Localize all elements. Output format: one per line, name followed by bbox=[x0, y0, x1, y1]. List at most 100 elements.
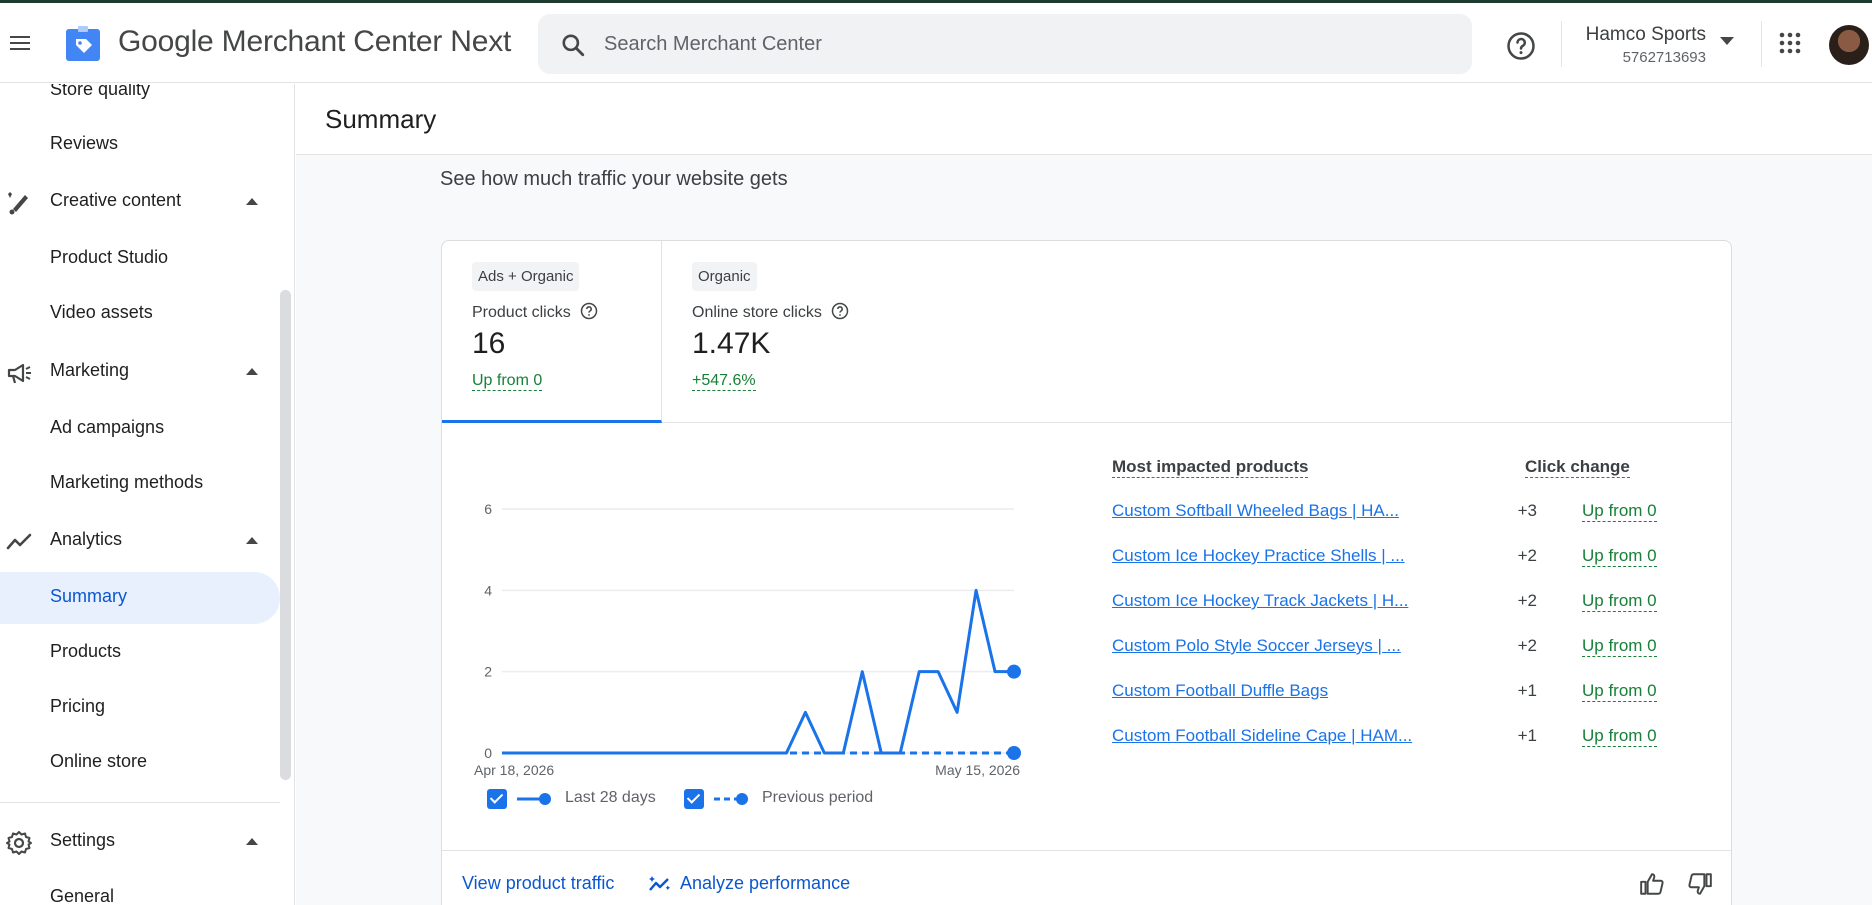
sidebar-item-label: Summary bbox=[50, 586, 128, 606]
metric-value: 1.47K bbox=[692, 327, 771, 360]
legend-last-28-days[interactable]: Last 28 days bbox=[487, 785, 657, 813]
product-row: Custom Polo Style Soccer Jerseys | ... +… bbox=[1112, 636, 1672, 664]
menu-icon[interactable] bbox=[8, 31, 32, 55]
metric-chip: Ads + Organic bbox=[472, 262, 580, 291]
help-icon[interactable] bbox=[831, 302, 849, 320]
view-product-traffic-link[interactable]: View product traffic bbox=[462, 873, 614, 894]
product-change[interactable]: Up from 0 bbox=[1582, 546, 1657, 567]
thumbs-down-icon[interactable] bbox=[1687, 871, 1713, 897]
product-delta: +1 bbox=[1517, 726, 1537, 745]
analyze-performance-link[interactable]: Analyze performance bbox=[680, 873, 850, 894]
sidebar-item-label: Product Studio bbox=[50, 247, 169, 267]
analyze-icon[interactable] bbox=[648, 874, 672, 894]
thumbs-up-icon[interactable] bbox=[1639, 871, 1665, 897]
traffic-card: Ads + Organic Product clicks 16 Up from … bbox=[441, 240, 1732, 905]
metric-tab-online-store-clicks[interactable]: Organic Online store clicks 1.47K +547.6… bbox=[662, 241, 1731, 423]
sidebar-item-label: General bbox=[50, 886, 115, 905]
sidebar-item-label: Creative content bbox=[50, 190, 182, 210]
sidebar-item-label: Pricing bbox=[50, 696, 106, 716]
gear-icon bbox=[6, 831, 32, 855]
page-title-bar: Summary bbox=[296, 84, 1872, 155]
sidebar-scrollbar[interactable] bbox=[280, 290, 291, 780]
caret-down-icon bbox=[1720, 37, 1734, 45]
y-tick-label: 2 bbox=[484, 664, 492, 680]
metric-tab-product-clicks[interactable]: Ads + Organic Product clicks 16 Up from … bbox=[442, 241, 662, 423]
search-icon[interactable] bbox=[560, 32, 586, 58]
sidebar-item-label: Marketing methods bbox=[50, 472, 204, 492]
end-point-last-28-days bbox=[1007, 664, 1021, 679]
sidebar-item-label: Store quality bbox=[50, 84, 151, 99]
sidebar-section-analytics[interactable]: Analytics bbox=[0, 515, 280, 567]
merchant-logo-icon bbox=[66, 26, 100, 61]
sidebar-item-store-quality[interactable]: Store quality bbox=[0, 84, 280, 117]
metric-label: Online store clicks bbox=[692, 302, 849, 322]
product-change[interactable]: Up from 0 bbox=[1582, 591, 1657, 612]
metric-change[interactable]: Up from 0 bbox=[472, 372, 543, 391]
sidebar-item-label: Marketing bbox=[50, 360, 130, 380]
metric-value: 16 bbox=[472, 327, 506, 360]
checkbox[interactable] bbox=[487, 789, 507, 809]
chevron-up-icon bbox=[246, 198, 258, 205]
sidebar-nav: Store quality Reviews Creative content P… bbox=[0, 84, 295, 905]
app-title-google: Google bbox=[118, 25, 214, 58]
metric-label-text: Product clicks bbox=[472, 304, 571, 321]
brush-icon bbox=[8, 192, 28, 215]
sidebar-item-label: Online store bbox=[50, 751, 148, 771]
product-delta: +1 bbox=[1517, 681, 1537, 700]
product-change[interactable]: Up from 0 bbox=[1582, 636, 1657, 657]
chevron-up-icon bbox=[246, 838, 258, 845]
sidebar-item-pricing[interactable]: Pricing bbox=[0, 682, 280, 734]
sidebar-item-ad-campaigns[interactable]: Ad campaigns bbox=[0, 403, 280, 455]
section-heading: See how much traffic your website gets bbox=[440, 168, 788, 190]
product-link[interactable]: Custom Ice Hockey Practice Shells | ... bbox=[1112, 546, 1405, 566]
metric-change[interactable]: +547.6% bbox=[692, 372, 756, 391]
sidebar-item-summary[interactable]: Summary bbox=[0, 572, 280, 624]
product-link[interactable]: Custom Ice Hockey Track Jackets | H... bbox=[1112, 591, 1408, 611]
sidebar-item-reviews[interactable]: Reviews bbox=[0, 119, 280, 171]
product-change[interactable]: Up from 0 bbox=[1582, 681, 1657, 702]
sidebar-item-marketing-methods[interactable]: Marketing methods bbox=[0, 458, 280, 510]
sidebar-item-video-assets[interactable]: Video assets bbox=[0, 288, 280, 340]
legend-previous-period[interactable]: Previous period bbox=[684, 785, 884, 813]
avatar[interactable] bbox=[1829, 25, 1869, 65]
product-delta: +3 bbox=[1517, 501, 1537, 520]
solid-line-marker-icon bbox=[517, 793, 551, 805]
sidebar-section-creative-content[interactable]: Creative content bbox=[0, 176, 280, 228]
sidebar-item-products[interactable]: Products bbox=[0, 627, 280, 679]
search-input[interactable] bbox=[604, 28, 1444, 60]
product-change[interactable]: Up from 0 bbox=[1582, 726, 1657, 747]
sidebar-item-product-studio[interactable]: Product Studio bbox=[0, 233, 280, 285]
account-switcher[interactable]: Hamco Sports 5762713693 bbox=[1570, 21, 1740, 67]
sidebar-section-settings[interactable]: Settings bbox=[0, 816, 280, 868]
search-bar[interactable] bbox=[538, 14, 1472, 74]
product-row: Custom Ice Hockey Practice Shells | ... … bbox=[1112, 546, 1672, 574]
metric-label-text: Online store clicks bbox=[692, 304, 822, 321]
product-link[interactable]: Custom Polo Style Soccer Jerseys | ... bbox=[1112, 636, 1401, 656]
top-app-bar: Google Merchant Center Next Hamco Sports… bbox=[0, 3, 1872, 83]
trending-icon bbox=[6, 533, 32, 550]
sidebar-item-label: Video assets bbox=[50, 302, 153, 322]
product-link[interactable]: Custom Football Sideline Cape | HAM... bbox=[1112, 726, 1412, 746]
checkbox[interactable] bbox=[684, 789, 704, 809]
most-impacted-header[interactable]: Most impacted products bbox=[1112, 457, 1309, 478]
help-icon[interactable] bbox=[1506, 31, 1536, 61]
product-link[interactable]: Custom Football Duffle Bags bbox=[1112, 681, 1328, 701]
help-icon[interactable] bbox=[580, 302, 598, 320]
header-divider bbox=[1761, 21, 1762, 67]
legend-label: Last 28 days bbox=[565, 789, 656, 806]
sidebar-item-general[interactable]: General bbox=[0, 872, 280, 905]
sidebar-item-online-store[interactable]: Online store bbox=[0, 737, 280, 789]
click-change-header[interactable]: Click change bbox=[1525, 457, 1630, 478]
product-link[interactable]: Custom Softball Wheeled Bags | HA... bbox=[1112, 501, 1399, 521]
apps-icon[interactable] bbox=[1778, 31, 1802, 55]
y-tick-label: 4 bbox=[484, 582, 492, 598]
product-row: Custom Ice Hockey Track Jackets | H... +… bbox=[1112, 591, 1672, 619]
header-divider bbox=[1561, 21, 1562, 67]
sidebar-section-marketing[interactable]: Marketing bbox=[0, 346, 280, 398]
product-delta: +2 bbox=[1517, 546, 1537, 565]
account-name: Hamco Sports bbox=[1585, 24, 1706, 45]
sidebar-item-label: Products bbox=[50, 641, 122, 661]
product-change[interactable]: Up from 0 bbox=[1582, 501, 1657, 522]
product-row: Custom Football Duffle Bags +1 Up from 0 bbox=[1112, 681, 1672, 709]
app-title[interactable]: Google Merchant Center Next bbox=[118, 25, 511, 59]
